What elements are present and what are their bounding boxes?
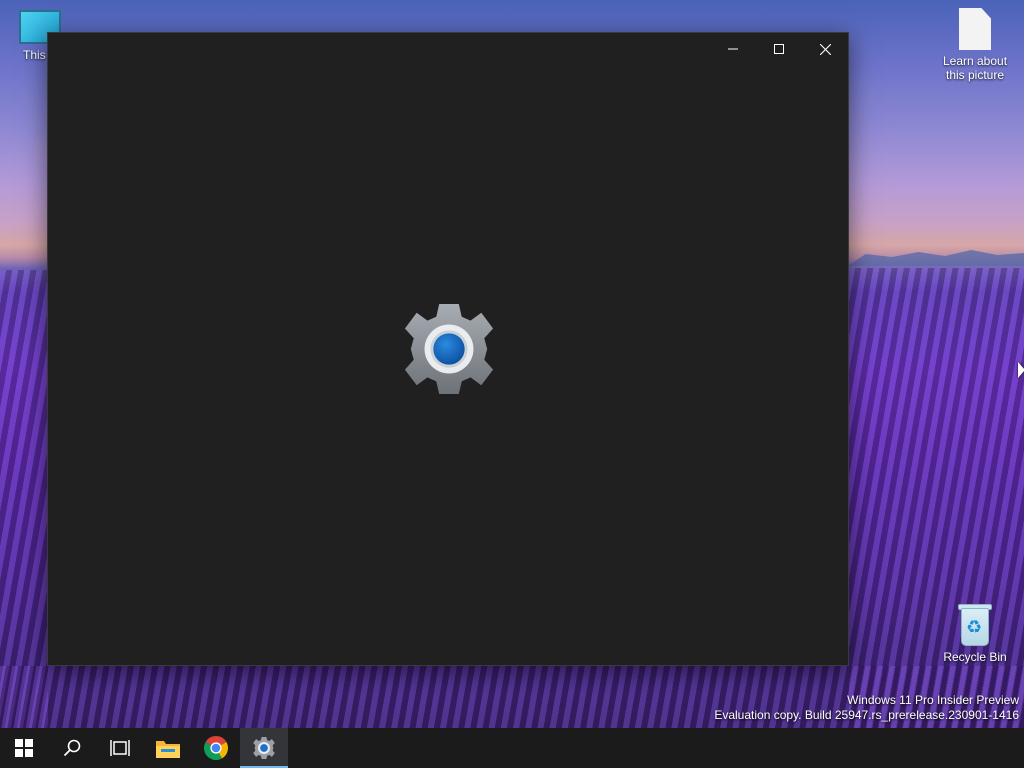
search-button[interactable]: [48, 728, 96, 768]
settings-window[interactable]: [47, 32, 849, 666]
task-view-icon: [110, 740, 130, 756]
windows-logo-icon: [15, 739, 33, 757]
desktop-icon-label-line1: Learn about: [942, 54, 1008, 68]
chrome-button[interactable]: [192, 728, 240, 768]
close-icon: [819, 43, 831, 55]
desktop-icon-recycle-bin[interactable]: ♻ Recycle Bin: [935, 604, 1015, 664]
settings-taskbar-button[interactable]: [240, 728, 288, 768]
task-view-button[interactable]: [96, 728, 144, 768]
minimize-icon: [728, 48, 738, 50]
watermark-line2: Evaluation copy. Build 25947.rs_prerelea…: [714, 708, 1019, 722]
desktop-icon-label: Recycle Bin: [943, 650, 1007, 664]
distant-hills: [848, 250, 1024, 266]
settings-gear-icon: [253, 736, 275, 760]
desktop-icon-learn-about-picture[interactable]: Learn about this picture: [935, 8, 1015, 82]
close-button[interactable]: [802, 33, 848, 65]
file-explorer-button[interactable]: [144, 728, 192, 768]
settings-gear-icon: [404, 303, 494, 395]
chrome-icon: [204, 736, 228, 760]
watermark-line1: Windows 11 Pro Insider Preview: [847, 693, 1019, 707]
evaluation-watermark: Windows 11 Pro Insider Preview Evaluatio…: [714, 693, 1019, 723]
start-button[interactable]: [0, 728, 48, 768]
folder-icon: [156, 741, 180, 758]
document-icon: [959, 8, 991, 50]
maximize-icon: [774, 44, 784, 54]
lavender-field-left: [0, 270, 48, 728]
minimize-button[interactable]: [710, 33, 756, 65]
maximize-button[interactable]: [756, 33, 802, 65]
window-caption-controls: [710, 33, 848, 65]
taskbar: [0, 728, 1024, 768]
search-icon: [63, 739, 81, 757]
recycle-bin-icon: ♻: [958, 604, 992, 646]
mouse-cursor: [1018, 362, 1024, 378]
desktop-icon-label-line2: this picture: [945, 68, 1005, 82]
